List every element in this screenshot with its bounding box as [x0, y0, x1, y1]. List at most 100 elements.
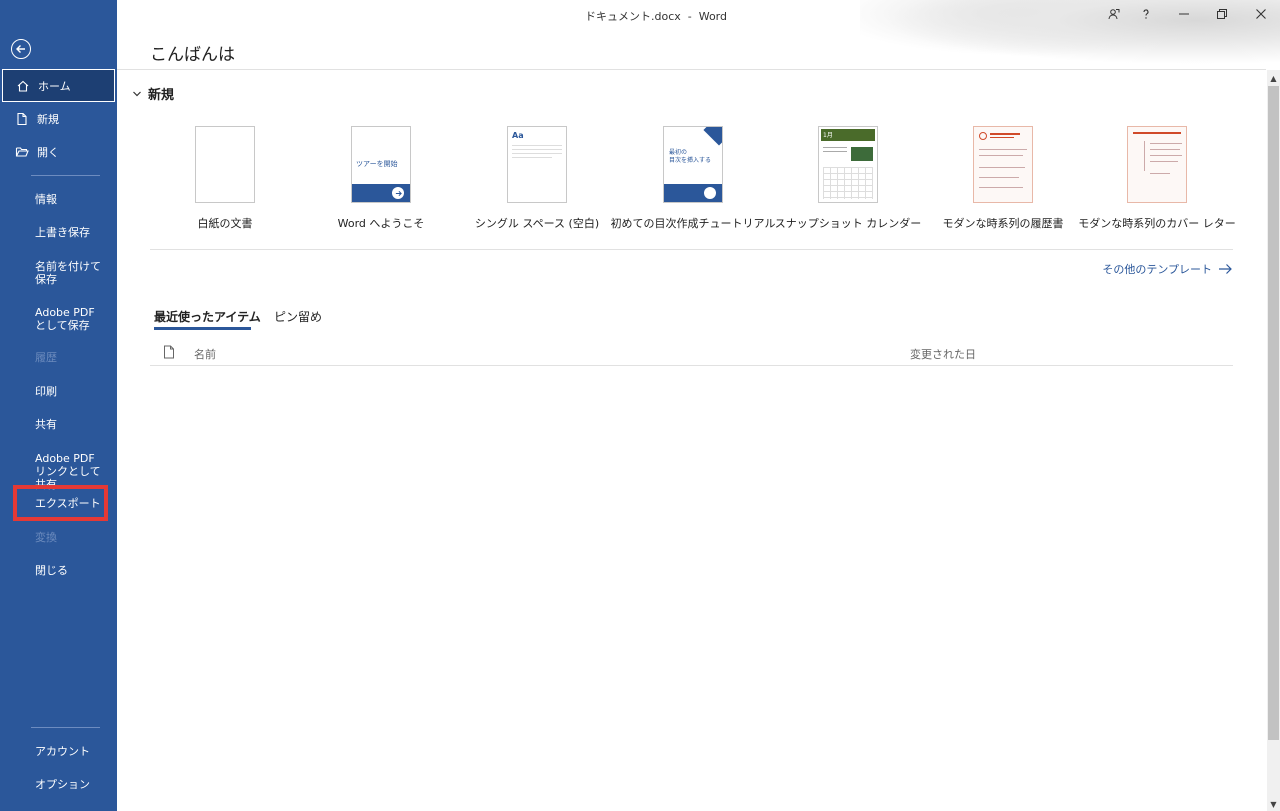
backstage-sidebar: ホーム 新規 開く 情報 上書き保存 名前を付けて保存 Adobe PDF とし…	[0, 0, 117, 811]
thumb-line	[1150, 173, 1170, 174]
sidebar-divider	[31, 175, 100, 176]
thumb-line	[979, 167, 1025, 168]
thumb-line	[1133, 132, 1181, 134]
thumb-line	[990, 137, 1014, 138]
thumb-aa-text: Aa	[512, 131, 524, 140]
sidebar-item-new[interactable]: 新規	[2, 102, 115, 135]
restore-icon[interactable]	[1210, 4, 1234, 24]
thumb-line	[512, 157, 552, 158]
sidebar-item-options[interactable]: オプション	[35, 778, 107, 791]
tab-active-indicator	[154, 327, 251, 330]
template-label: スナップショット カレンダー	[774, 217, 922, 230]
template-modern-chronological-cover-letter[interactable]: モダンな時系列のカバー レター	[1078, 126, 1236, 231]
thumb-calendar-grid	[823, 167, 873, 199]
sidebar-item-info[interactable]: 情報	[35, 193, 107, 206]
template-label: 白紙の文書	[197, 217, 253, 230]
sidebar-item-transform: 変換	[35, 531, 57, 544]
help-icon[interactable]	[1134, 4, 1158, 24]
word-backstage: ホーム 新規 開く 情報 上書き保存 名前を付けて保存 Adobe PDF とし…	[0, 0, 1280, 811]
template-thumbnail	[195, 126, 255, 203]
template-modern-chronological-resume[interactable]: モダンな時系列の履歴書	[928, 126, 1078, 231]
templates-divider	[150, 249, 1233, 250]
thumb-tour-text: ツアーを開始	[356, 160, 398, 168]
thumb-line	[1150, 143, 1182, 144]
thumb-line	[979, 187, 1023, 188]
more-templates-link[interactable]: その他のテンプレート	[1102, 261, 1232, 277]
window-title: ドキュメント.docx - Word	[585, 10, 727, 23]
template-snapshot-calendar[interactable]: 1月 スナップショット カレンダー	[773, 126, 923, 231]
template-label: モダンな時系列の履歴書	[942, 217, 1064, 230]
close-icon[interactable]	[1249, 4, 1273, 24]
thumb-corner-ribbon	[703, 127, 722, 146]
sidebar-divider	[31, 727, 100, 728]
column-modified-date[interactable]: 変更された日	[910, 346, 976, 362]
template-label: Word へようこそ	[337, 217, 425, 230]
thumb-line	[990, 133, 1020, 135]
template-thumbnail: Aa	[507, 126, 567, 203]
thumb-line	[1150, 155, 1182, 156]
template-thumbnail: 1月	[818, 126, 878, 203]
sidebar-item-home[interactable]: ホーム	[2, 69, 115, 102]
template-thumbnail	[973, 126, 1033, 203]
template-welcome-to-word[interactable]: ツアーを開始 Word へようこそ	[306, 126, 456, 231]
sidebar-item-print[interactable]: 印刷	[35, 385, 107, 398]
sidebar-item-save[interactable]: 上書き保存	[35, 226, 107, 239]
column-name[interactable]: 名前	[194, 346, 216, 362]
section-new-title: 新規	[148, 88, 175, 103]
template-thumbnail: ツアーを開始	[351, 126, 411, 203]
tab-recent[interactable]: 最近使ったアイテム	[154, 308, 261, 325]
sidebar-item-save-as[interactable]: 名前を付けて保存	[35, 260, 107, 286]
template-blank-document[interactable]: 白紙の文書	[150, 126, 300, 231]
sidebar-item-save-as-adobe-pdf[interactable]: Adobe PDF として保存	[35, 306, 107, 332]
thumb-line	[1150, 161, 1178, 162]
arrow-right-icon	[1219, 264, 1232, 274]
folder-open-icon	[15, 145, 29, 159]
template-thumbnail: 最初の 目次を挿入する	[663, 126, 723, 203]
sidebar-item-share[interactable]: 共有	[35, 418, 107, 431]
minimize-icon[interactable]	[1172, 4, 1196, 24]
thumb-circle-icon	[704, 187, 716, 199]
template-toc-tutorial[interactable]: 最初の 目次を挿入する 初めての目次作成チュートリアル	[611, 126, 775, 231]
sidebar-item-history: 履歴	[35, 351, 57, 364]
template-label: 初めての目次作成チュートリアル	[610, 217, 776, 230]
template-single-spaced[interactable]: Aa シングル スペース (空白)	[462, 126, 612, 231]
thumb-line	[823, 147, 847, 148]
arrow-right-circle-icon	[392, 187, 404, 199]
recent-list-header: 名前 変更された日	[150, 342, 1233, 366]
thumb-logo-circle	[979, 132, 987, 140]
template-label: シングル スペース (空白)	[474, 217, 600, 230]
template-thumbnail	[1127, 126, 1187, 203]
new-document-icon	[15, 112, 29, 126]
thumb-line	[512, 149, 562, 150]
document-icon	[164, 345, 174, 359]
section-new-header[interactable]: 新規	[132, 84, 174, 103]
thumb-line	[1150, 149, 1180, 150]
tab-pinned[interactable]: ピン留め	[274, 308, 322, 325]
feedback-icon[interactable]	[1102, 4, 1126, 24]
sidebar-item-label: ホーム	[38, 79, 71, 93]
back-arrow-circle-icon[interactable]	[11, 39, 31, 59]
sidebar-item-label: 新規	[37, 112, 59, 126]
thumb-month-text: 1月	[823, 132, 833, 139]
sidebar-item-close[interactable]: 閉じる	[35, 564, 107, 577]
sidebar-item-label: 開く	[37, 145, 59, 159]
greeting-title: こんばんは	[150, 45, 235, 65]
sidebar-item-open[interactable]: 開く	[2, 135, 115, 168]
thumb-line	[512, 145, 562, 146]
scrollbar-thumb[interactable]	[1268, 86, 1279, 740]
thumb-toc-text: 最初の 目次を挿入する	[669, 149, 712, 164]
scroll-up-icon[interactable]: ▲	[1267, 71, 1280, 85]
thumb-line	[979, 149, 1027, 150]
thumb-line	[979, 177, 1019, 178]
sidebar-item-account[interactable]: アカウント	[35, 745, 107, 758]
thumb-side-column	[1133, 141, 1145, 171]
template-label: モダンな時系列のカバー レター	[1078, 217, 1236, 230]
scroll-down-icon[interactable]: ▼	[1267, 797, 1280, 811]
export-highlight-box	[13, 485, 108, 521]
more-templates-label: その他のテンプレート	[1102, 263, 1212, 276]
thumb-line	[823, 151, 847, 152]
chevron-down-icon	[133, 91, 141, 96]
home-icon	[16, 79, 30, 93]
header-divider	[117, 69, 1266, 70]
thumb-photo	[851, 147, 873, 161]
